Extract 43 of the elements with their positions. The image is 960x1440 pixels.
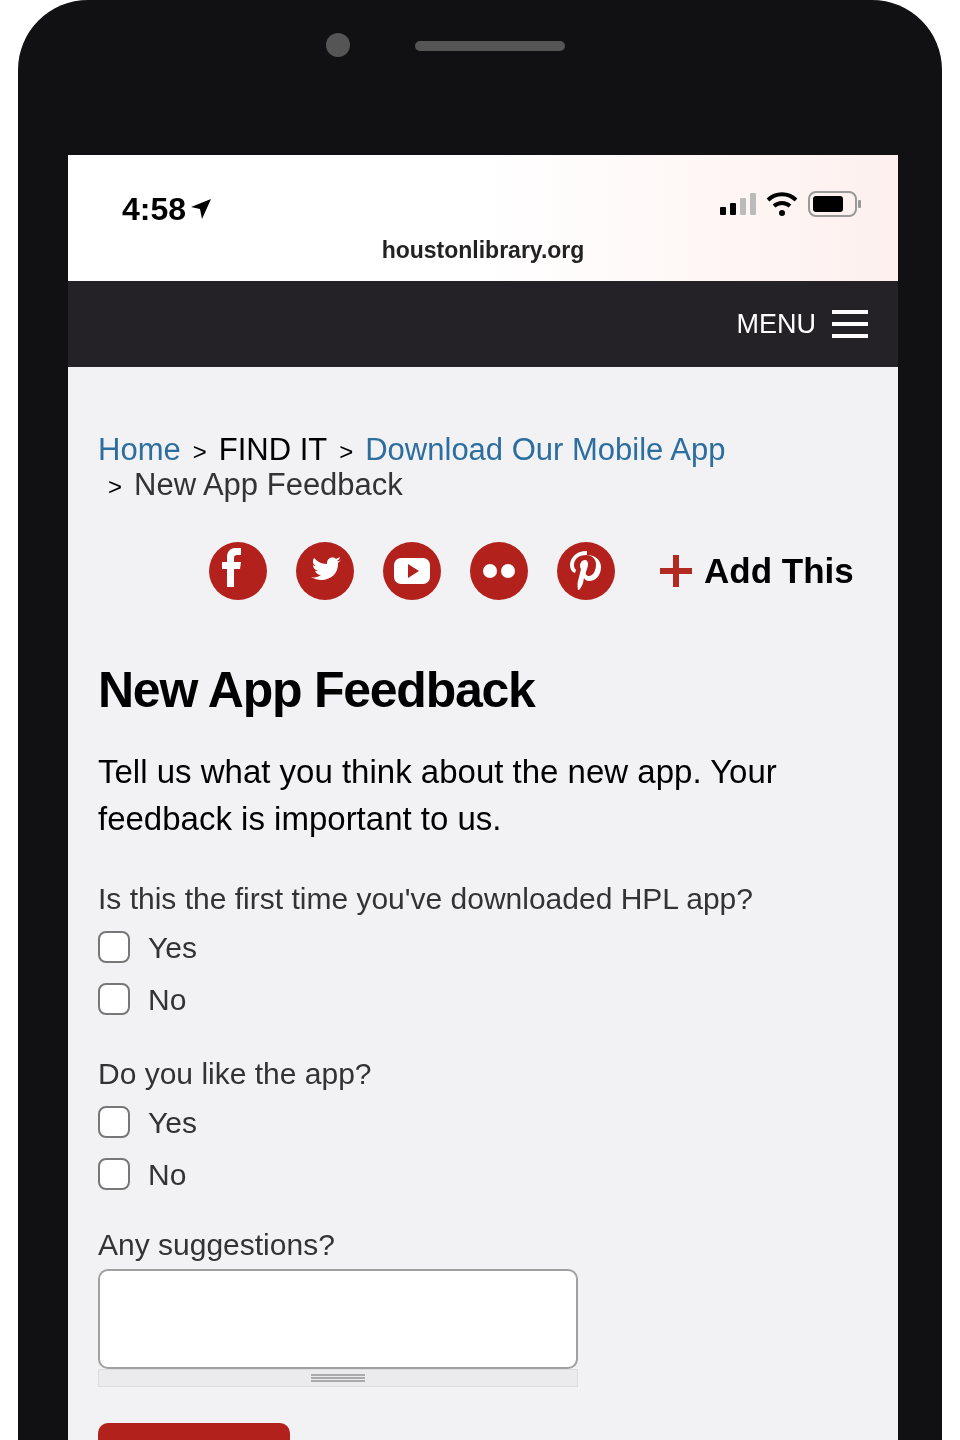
twitter-bird-icon: [295, 541, 355, 601]
two-dots-icon: [469, 541, 529, 601]
signal-icon: [720, 193, 756, 215]
question-label: Is this the first time you've downloaded HPL app?: [98, 881, 754, 917]
menu-icon: [832, 310, 868, 338]
add-this-button[interactable]: Add This: [660, 544, 854, 598]
breadcrumb-item: New App Feedback: [134, 468, 403, 501]
checkbox[interactable]: [98, 1106, 130, 1138]
breadcrumb-separator: >: [108, 472, 122, 502]
option-label: No: [148, 1156, 187, 1193]
question-label: Do you like the app?: [98, 1056, 373, 1092]
battery-icon: [808, 191, 862, 217]
social-link[interactable]: [382, 541, 442, 601]
breadcrumb-link[interactable]: Home: [98, 433, 181, 466]
location-arrow-icon: [190, 198, 213, 220]
option-label: No: [148, 981, 187, 1018]
option-label: Yes: [148, 1104, 197, 1141]
video-play-icon: [382, 541, 442, 601]
wifi-icon: [766, 192, 798, 216]
breadcrumb-separator: >: [339, 437, 354, 467]
breadcrumb-separator: >: [192, 437, 207, 467]
option-label: Yes: [148, 929, 197, 966]
social-link[interactable]: [295, 541, 355, 601]
grip-icon: [311, 1374, 365, 1382]
pin-p-icon: [556, 541, 616, 601]
social-link[interactable]: [208, 541, 268, 601]
intro-text: Tell us what you think about the new app. Your feedback is important to us.: [98, 752, 778, 839]
checkbox[interactable]: [98, 931, 130, 963]
menu-button[interactable]: MENU: [736, 303, 868, 345]
breadcrumb-item: FIND IT: [218, 433, 328, 466]
breadcrumb-link[interactable]: Download Our Mobile App: [365, 433, 726, 466]
social-link[interactable]: [469, 541, 529, 601]
facebook-icon: [208, 541, 268, 601]
page-heading: New App Feedback: [98, 661, 537, 720]
checkbox[interactable]: [98, 983, 130, 1015]
plus-icon: [660, 555, 692, 587]
social-link[interactable]: [556, 541, 616, 601]
clock-time: 4:58: [122, 190, 187, 229]
checkbox[interactable]: [98, 1158, 130, 1190]
page-url: houstonlibrary.org: [380, 236, 586, 265]
resize-handle[interactable]: [98, 1369, 578, 1387]
suggestions-field[interactable]: [98, 1269, 578, 1369]
question-label: Any suggestions?: [98, 1227, 336, 1263]
